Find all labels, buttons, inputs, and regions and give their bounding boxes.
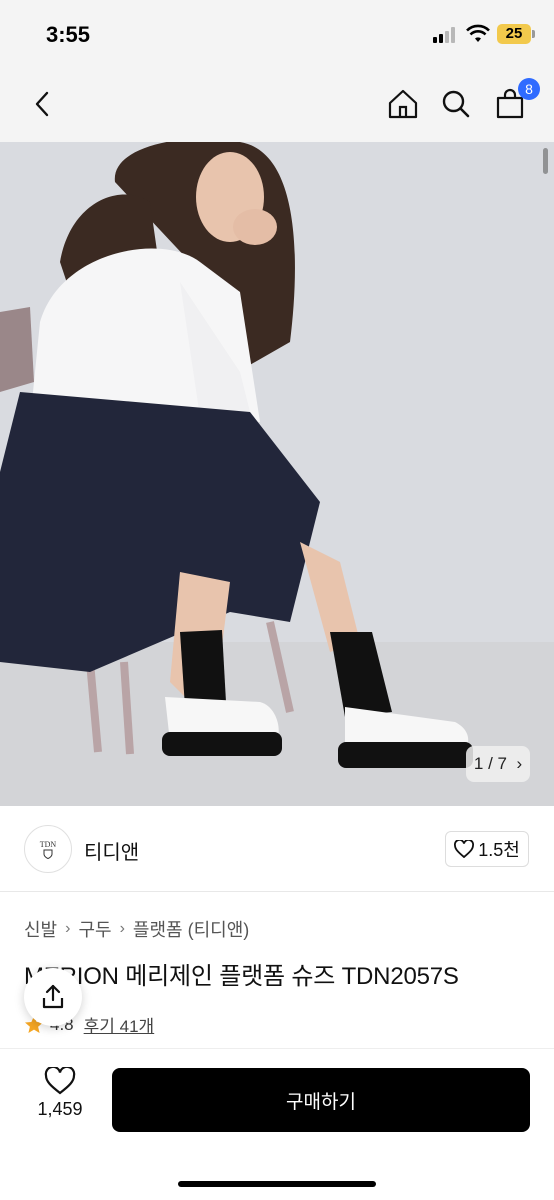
status-time: 3:55: [46, 22, 91, 47]
product-image[interactable]: [0, 142, 554, 806]
chevron-right-icon: ›: [65, 920, 71, 937]
breadcrumb-item[interactable]: 플랫폼 (티디앤): [133, 916, 249, 942]
search-button[interactable]: [436, 84, 476, 124]
cart-count-badge: 8: [518, 78, 540, 100]
chevron-right-icon: ›: [119, 920, 125, 937]
breadcrumb: 신발 › 구두 › 플랫폼 (티디앤): [24, 916, 249, 942]
reviews-link[interactable]: 후기 41개: [84, 1012, 155, 1037]
brand-name[interactable]: 티디앤: [84, 836, 139, 865]
share-button[interactable]: [24, 968, 82, 1026]
scroll-indicator: [543, 148, 548, 174]
image-counter-text: 1 / 7: [473, 754, 507, 773]
brand-like-button[interactable]: 1.5천: [445, 831, 529, 867]
image-counter[interactable]: 1 / 7 ›: [466, 746, 530, 782]
chevron-left-icon: [35, 91, 49, 117]
brand-logo: TDN: [24, 825, 72, 873]
share-icon: [42, 984, 64, 1009]
chevron-right-icon: ›: [511, 754, 523, 773]
buy-button[interactable]: 구매하기: [112, 1068, 530, 1132]
wishlist-count: 1,459: [37, 1099, 83, 1119]
heart-icon: [454, 840, 475, 858]
battery-tip: [532, 30, 535, 38]
wishlist-button[interactable]: 1,459: [30, 1067, 90, 1131]
product-photo-illustration: [0, 142, 554, 806]
status-bar: 3:55 25: [0, 0, 554, 68]
battery-icon: 25: [497, 24, 531, 44]
cellular-signal-icon: [433, 27, 459, 43]
cart-button[interactable]: 8: [490, 78, 540, 124]
brand-logo-text: TDN: [39, 839, 57, 849]
breadcrumb-item[interactable]: 구두: [78, 916, 111, 942]
brand-like-count: 1.5천: [478, 840, 520, 860]
heart-icon: [44, 1067, 76, 1095]
wifi-icon: [466, 24, 490, 42]
brand-row[interactable]: TDN 티디앤 1.5천: [0, 806, 554, 892]
crest-icon: [43, 849, 53, 859]
home-indicator: [178, 1181, 376, 1187]
breadcrumb-item[interactable]: 신발: [24, 916, 57, 942]
search-icon: [442, 90, 470, 118]
nav-bar: 8: [0, 68, 554, 142]
home-button[interactable]: [383, 84, 423, 124]
product-title: MERION 메리제인 플랫폼 슈즈 TDN2057S: [24, 963, 459, 990]
home-icon: [388, 89, 418, 119]
bottom-action-bar: 1,459 구매하기: [0, 1048, 554, 1200]
back-button[interactable]: [22, 84, 62, 124]
